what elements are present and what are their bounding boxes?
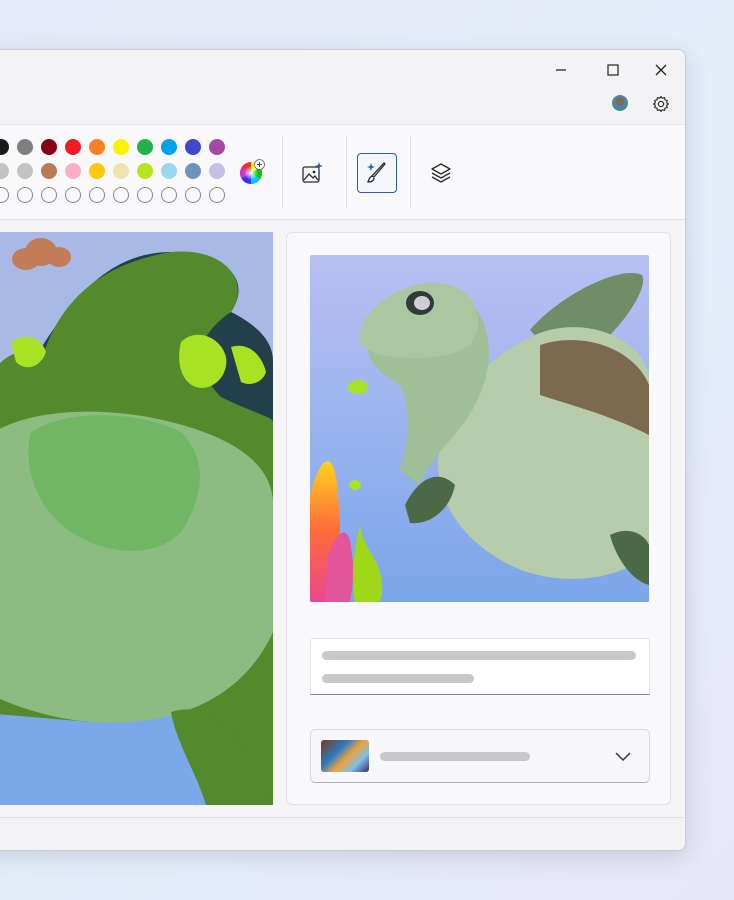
- cocreator-button[interactable]: [357, 153, 397, 193]
- custom-color-slot[interactable]: [0, 187, 9, 203]
- turtle-sketch: [0, 232, 273, 805]
- custom-color-slot[interactable]: [89, 187, 105, 203]
- color-swatch[interactable]: [137, 139, 153, 155]
- status-bar: [0, 817, 685, 850]
- placeholder-line: [322, 674, 474, 683]
- gear-icon: [653, 95, 669, 113]
- color-swatch[interactable]: [89, 163, 105, 179]
- color-swatch[interactable]: [161, 163, 177, 179]
- color-swatch[interactable]: [65, 163, 81, 179]
- color-swatch[interactable]: [65, 139, 81, 155]
- color-swatch[interactable]: [185, 163, 201, 179]
- color-swatch[interactable]: [113, 163, 129, 179]
- custom-color-slot[interactable]: [137, 187, 153, 203]
- color-swatch[interactable]: [137, 163, 153, 179]
- minimize-icon: [556, 69, 566, 71]
- custom-color-slot[interactable]: [161, 187, 177, 203]
- layers-icon: [431, 163, 451, 183]
- image-creator-button[interactable]: [292, 153, 332, 193]
- chevron-down-icon: [615, 752, 631, 762]
- prompt-input[interactable]: [310, 638, 650, 695]
- custom-color-slot[interactable]: [209, 187, 225, 203]
- title-bar: [0, 50, 685, 124]
- settings-button[interactable]: [651, 94, 671, 114]
- style-thumbnail: [321, 740, 369, 772]
- edit-colors-button[interactable]: [239, 159, 265, 185]
- turtle-image: [310, 255, 649, 602]
- color-swatch[interactable]: [0, 139, 9, 155]
- color-swatch[interactable]: [185, 139, 201, 155]
- close-icon: [655, 64, 667, 76]
- custom-color-slot[interactable]: [185, 187, 201, 203]
- toolbar-separator: [346, 135, 347, 209]
- image-creator-icon: [302, 162, 323, 183]
- custom-color-slot[interactable]: [17, 187, 33, 203]
- cocreator-brush-icon: [367, 162, 386, 183]
- layers-button[interactable]: [421, 153, 461, 193]
- color-swatch[interactable]: [0, 163, 9, 179]
- drawing-canvas[interactable]: [0, 232, 273, 805]
- color-swatch[interactable]: [209, 163, 225, 179]
- account-avatar[interactable]: [612, 95, 628, 111]
- maximize-button[interactable]: [590, 54, 636, 86]
- style-dropdown[interactable]: [310, 729, 650, 783]
- custom-color-slot[interactable]: [41, 187, 57, 203]
- maximize-icon: [607, 64, 619, 76]
- toolbar: [0, 124, 685, 220]
- placeholder-line: [380, 752, 530, 761]
- custom-color-slot[interactable]: [113, 187, 129, 203]
- color-swatch[interactable]: [209, 139, 225, 155]
- color-swatch[interactable]: [41, 139, 57, 155]
- paint-window: [0, 49, 686, 851]
- close-button[interactable]: [638, 54, 684, 86]
- color-swatch[interactable]: [41, 163, 57, 179]
- color-swatch[interactable]: [89, 139, 105, 155]
- cocreator-panel: [286, 232, 671, 805]
- color-swatch[interactable]: [17, 139, 33, 155]
- minimize-button[interactable]: [538, 54, 584, 86]
- toolbar-separator: [282, 135, 283, 209]
- custom-color-slot[interactable]: [65, 187, 81, 203]
- toolbar-separator: [410, 135, 411, 209]
- color-swatch[interactable]: [17, 163, 33, 179]
- color-swatch[interactable]: [161, 139, 177, 155]
- generated-image[interactable]: [310, 255, 649, 602]
- color-swatch[interactable]: [113, 139, 129, 155]
- color-wheel-icon: [240, 159, 265, 184]
- placeholder-line: [322, 651, 636, 660]
